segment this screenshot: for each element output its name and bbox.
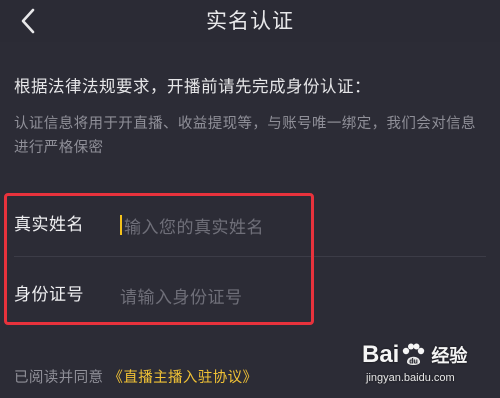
agreement-link[interactable]: 《直播主播入驻协议》 bbox=[108, 370, 257, 386]
baidu-jingyan-watermark: Bai du 经验 jingyan.baidu.com bbox=[362, 338, 490, 394]
page-title: 实名认证 bbox=[206, 9, 294, 33]
agreement-line: 已阅读并同意 《直播主播入驻协议》 bbox=[14, 366, 257, 387]
svg-text:du: du bbox=[410, 359, 419, 366]
nav-bar: 实名认证 bbox=[0, 0, 500, 42]
highlight-box bbox=[4, 193, 314, 325]
watermark-url: jingyan.baidu.com bbox=[366, 372, 455, 384]
intro-description: 认证信息将用于开直播、收益提现等，与账号唯一绑定，我们会对信息进行严格保密 bbox=[14, 116, 476, 156]
intro-headline: 根据法律法规要求，开播前请先完成身份认证： bbox=[14, 77, 371, 96]
watermark-logo: Bai du 经验 bbox=[362, 338, 467, 372]
intro-section: 根据法律法规要求，开播前请先完成身份认证： 认证信息将用于开直播、收益提现等，与… bbox=[14, 74, 486, 160]
agreement-prefix: 已阅读并同意 bbox=[14, 370, 104, 386]
app-screen: 实名认证 根据法律法规要求，开播前请先完成身份认证： 认证信息将用于开直播、收益… bbox=[0, 0, 500, 398]
watermark-brand-right: 经验 bbox=[431, 346, 468, 366]
watermark-brand-left: Bai bbox=[362, 341, 400, 368]
paw-icon: du bbox=[403, 343, 425, 366]
